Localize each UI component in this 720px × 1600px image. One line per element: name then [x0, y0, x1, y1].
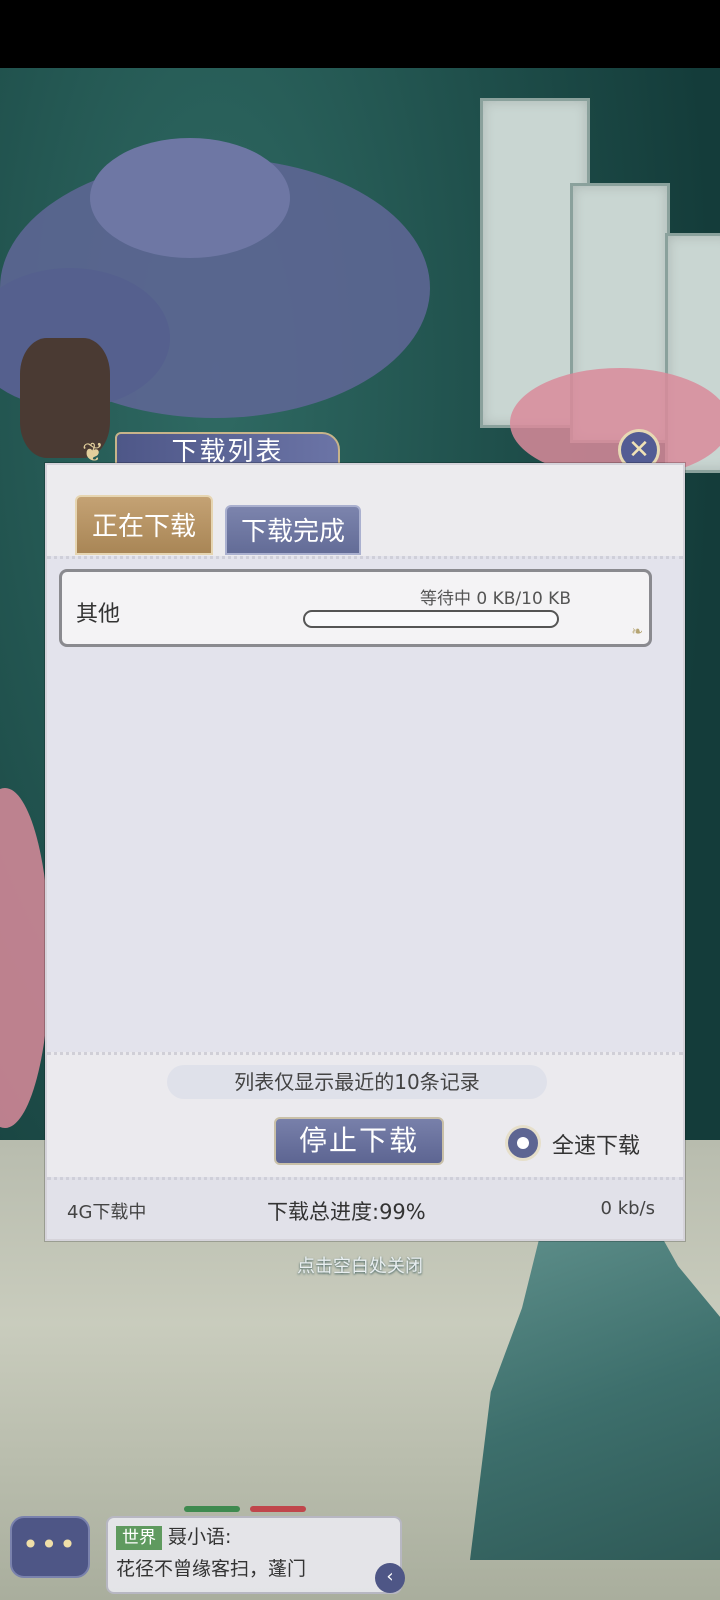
chat-sender: 聂小语: — [168, 1526, 232, 1548]
blossom-tree — [510, 368, 720, 478]
chat-message: 花径不曾缘客扫，蓬门 — [116, 1558, 307, 1580]
full-speed-label[interactable]: 全速下载 — [552, 1128, 640, 1160]
download-status-bar: 4G下载中 下载总进度:99% 0 kb/s — [47, 1177, 683, 1239]
blossom-tree — [0, 788, 50, 1128]
tab-completed[interactable]: 下载完成 — [225, 505, 361, 555]
chevron-left-icon[interactable]: ‹ — [375, 1563, 405, 1593]
tab-downloading[interactable]: 正在下载 — [75, 495, 213, 555]
progress-bar — [303, 610, 559, 628]
total-progress: 下载总进度:99% — [267, 1200, 426, 1224]
leaf-ornament-icon: ❧ — [631, 624, 643, 640]
close-hint[interactable]: 点击空白处关闭 — [0, 1252, 720, 1278]
download-dialog: 正在下载 下载完成 其他 等待中 0 KB/10 KB ❧ 列表仅显示最近的10… — [45, 463, 685, 1241]
dialog-footer: 列表仅显示最近的10条记录 停止下载 全速下载 — [47, 1052, 683, 1177]
list-notice: 列表仅显示最近的10条记录 — [167, 1065, 547, 1099]
download-speed: 0 kb/s — [600, 1198, 655, 1219]
network-status: 4G下载中 — [67, 1202, 147, 1223]
full-speed-radio[interactable] — [505, 1125, 541, 1161]
status-bar — [0, 0, 720, 68]
item-status: 等待中 0 KB/10 KB — [419, 589, 571, 609]
list-item[interactable]: 其他 等待中 0 KB/10 KB ❧ — [59, 569, 652, 647]
chat-channel-tag: 世界 — [116, 1526, 162, 1550]
chat-button[interactable]: ••• — [10, 1516, 90, 1578]
stop-download-button[interactable]: 停止下载 — [274, 1117, 444, 1165]
channel-indicator-green — [184, 1506, 240, 1512]
download-list: 其他 等待中 0 KB/10 KB ❧ — [47, 556, 683, 1052]
chat-preview[interactable]: 世界 聂小语: 花径不曾缘客扫，蓬门 — [106, 1516, 402, 1594]
channel-indicator-red — [250, 1506, 306, 1512]
tree-foliage — [90, 138, 290, 258]
item-label: 其他 — [76, 602, 121, 627]
